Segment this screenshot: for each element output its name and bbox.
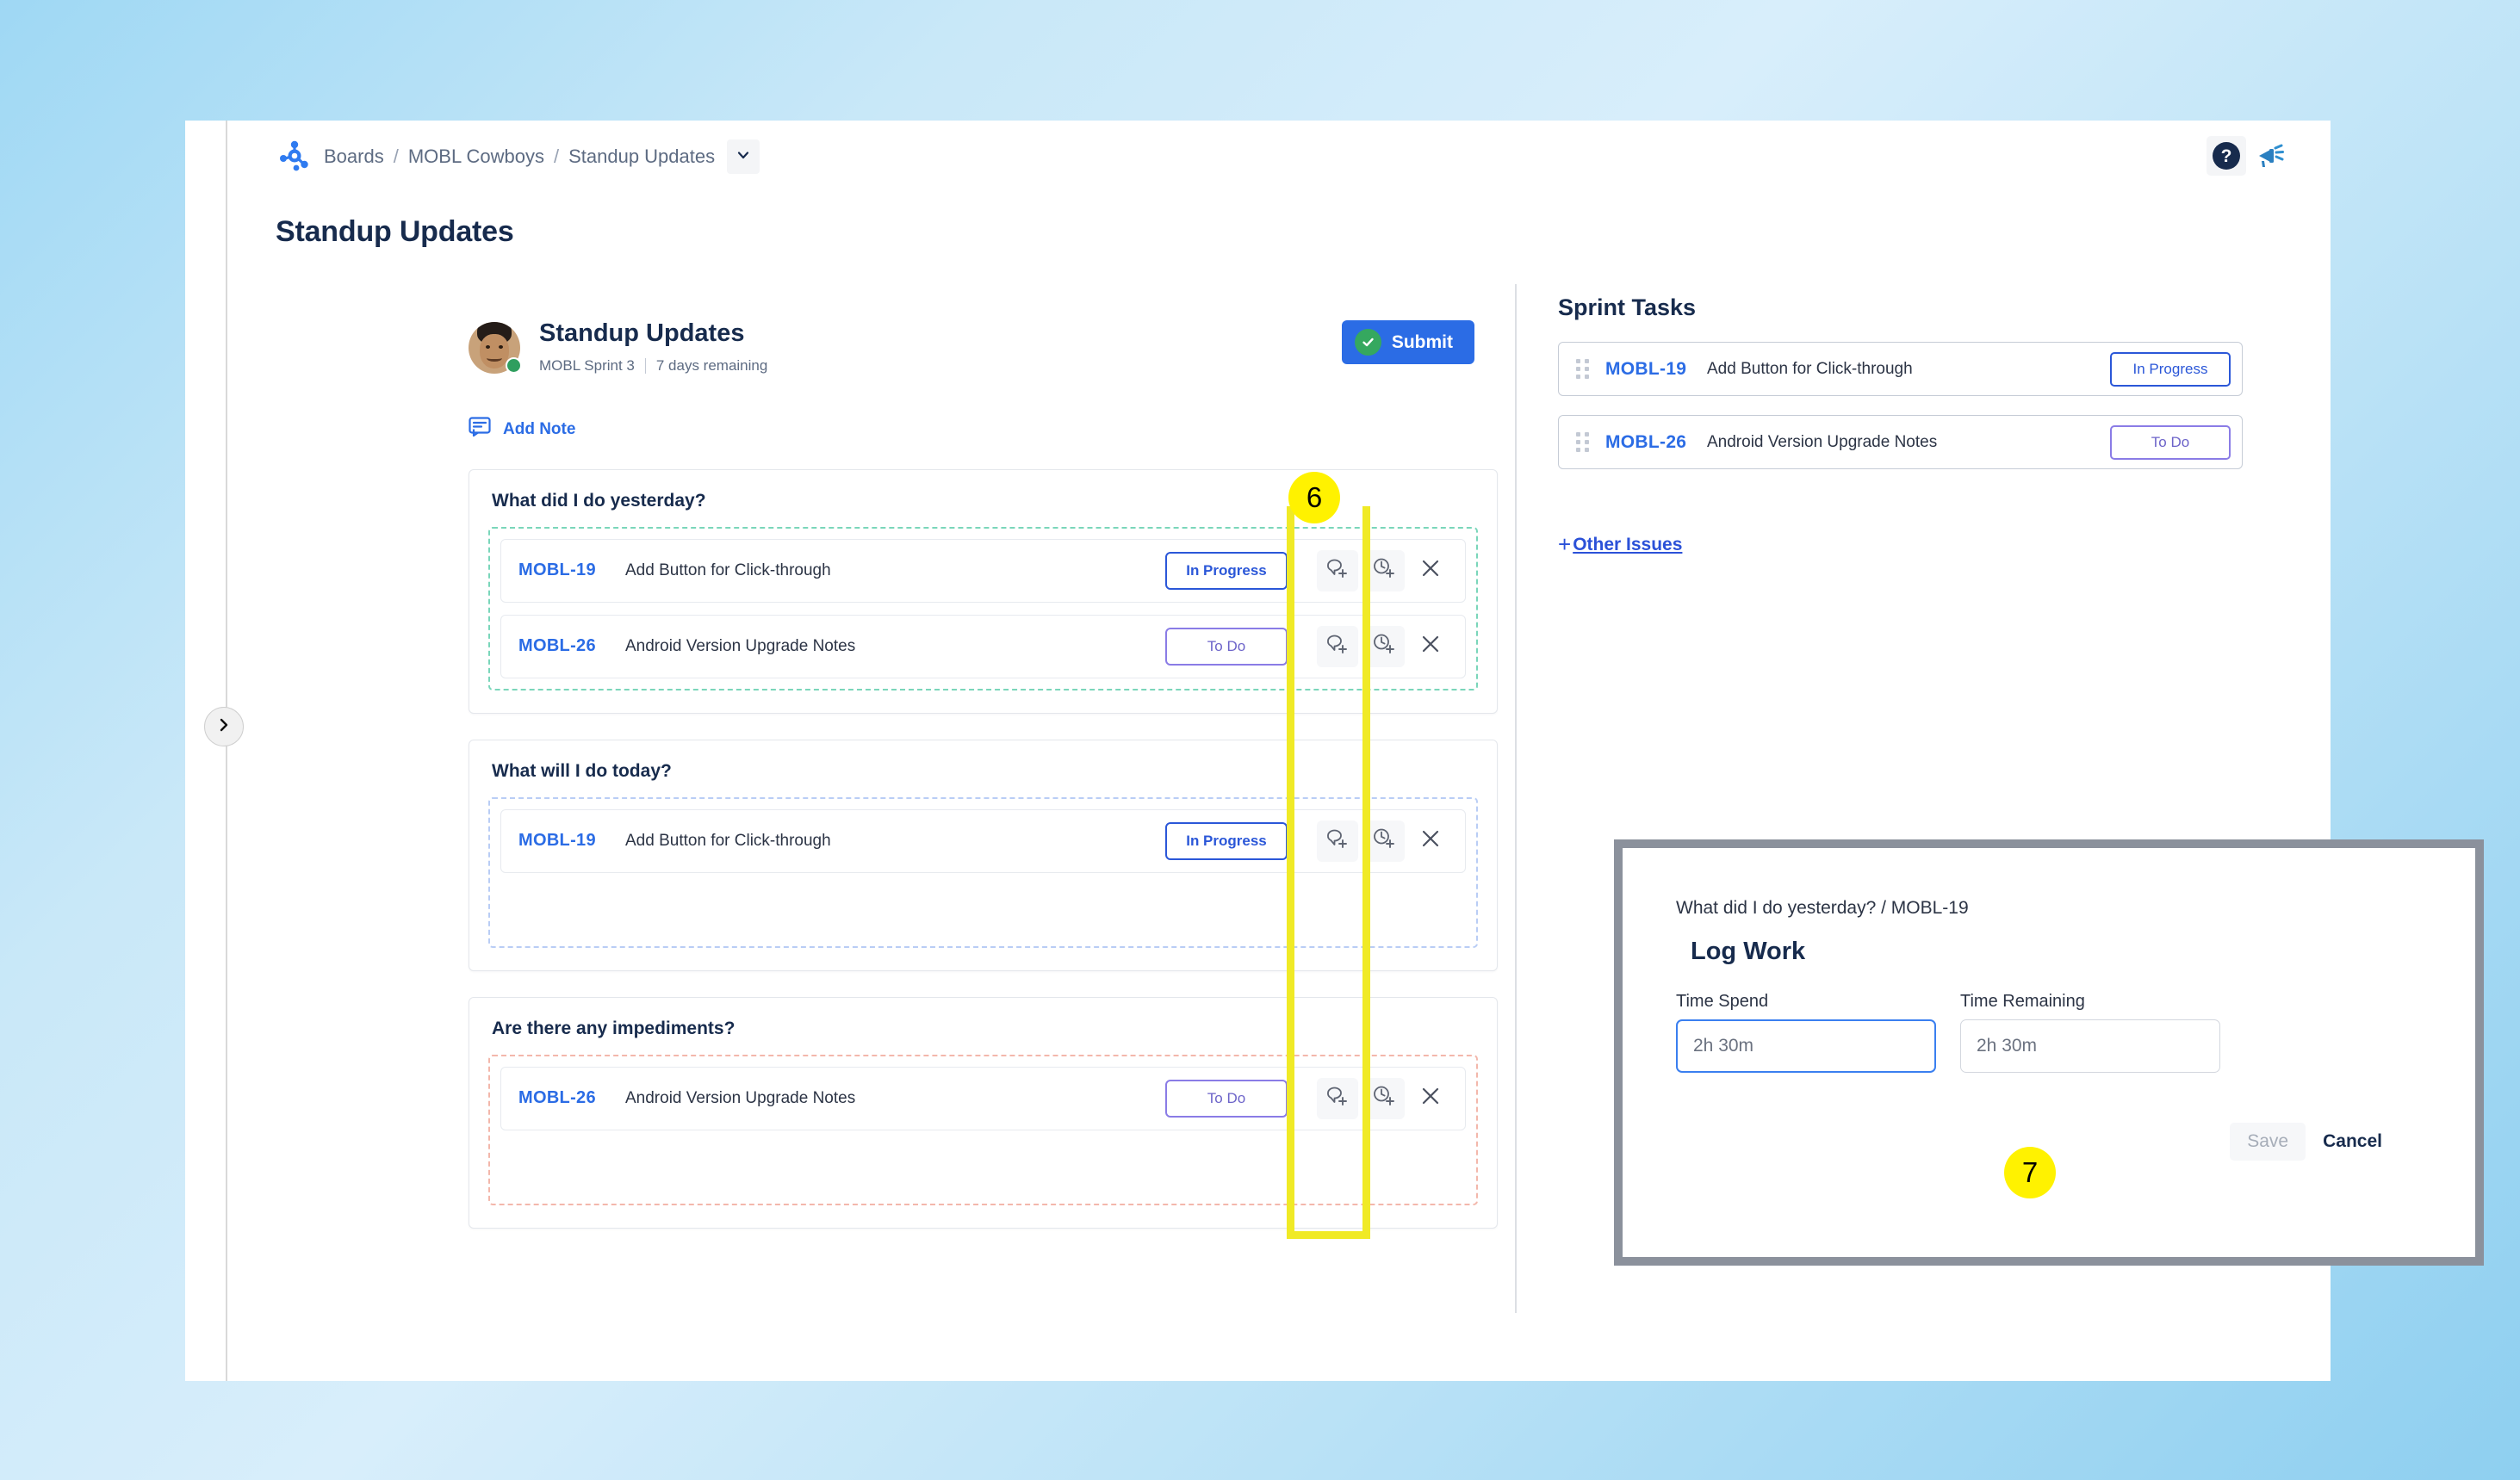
submit-button[interactable]: Submit (1341, 320, 1474, 364)
task-summary: Android Version Upgrade Notes (625, 636, 856, 655)
close-x-icon (1418, 555, 1443, 585)
close-x-icon (1418, 826, 1443, 856)
breadcrumb-separator: / (553, 146, 560, 167)
log-work-dialog: What did I do yesterday? / MOBL-19 Log W… (1614, 839, 2484, 1266)
submit-button-label: Submit (1391, 331, 1453, 352)
standup-header: Standup Updates MOBL Sprint 3 7 days rem… (469, 319, 1474, 375)
breadcrumb-separator: / (393, 146, 399, 167)
breadcrumb-item-boards[interactable]: Boards (324, 146, 384, 168)
sprint-task-key-link[interactable]: MOBL-26 (1605, 432, 1707, 453)
task-status-badge[interactable]: In Progress (1165, 821, 1288, 860)
close-x-icon (1418, 1083, 1443, 1113)
task-summary: Add Button for Click-through (625, 560, 831, 579)
page-title: Standup Updates (276, 215, 514, 248)
note-comment-icon (469, 416, 491, 443)
sprint-task-row[interactable]: MOBL-26 Android Version Upgrade Notes To D… (1558, 415, 2243, 469)
log-work-breadcrumb: What did I do yesterday? / MOBL-19 (1676, 898, 1969, 918)
check-circle-icon (1354, 329, 1381, 356)
time-remaining-label: Time Remaining (1960, 992, 2085, 1011)
chevron-down-icon (736, 148, 750, 166)
time-spend-label: Time Spend (1676, 992, 1769, 1011)
breadcrumb-dropdown-button[interactable] (727, 139, 760, 174)
breadcrumb-item-standup-updates[interactable]: Standup Updates (568, 146, 715, 168)
sprint-task-row[interactable]: MOBL-19 Add Button for Click-through In Pr… (1558, 342, 2243, 396)
task-key-link[interactable]: MOBL-26 (518, 1088, 625, 1108)
sidebar-expand-button[interactable] (204, 707, 244, 746)
breadcrumb-item-mobl-cowboys[interactable]: MOBL Cowboys (408, 146, 544, 168)
standup-header-text: Standup Updates MOBL Sprint 3 7 days rem… (539, 319, 767, 375)
time-spend-input[interactable] (1676, 1019, 1936, 1073)
megaphone-icon[interactable] (2255, 139, 2289, 173)
days-remaining: 7 days remaining (655, 356, 768, 374)
save-button[interactable]: Save (2230, 1123, 2306, 1161)
standup-title: Standup Updates (539, 319, 745, 347)
jira-network-logo-icon (277, 139, 312, 174)
log-work-title: Log Work (1691, 938, 1806, 965)
sprint-tasks-list: MOBL-19 Add Button for Click-through In Pr… (1558, 342, 2331, 469)
sprint-name: MOBL Sprint 3 (539, 356, 635, 374)
meta-divider (644, 357, 646, 374)
task-key-link[interactable]: MOBL-26 (518, 636, 625, 656)
task-status-badge[interactable]: In Progress (1165, 551, 1288, 590)
sprint-tasks-title: Sprint Tasks (1558, 294, 1697, 320)
add-time-log-icon (1371, 826, 1397, 856)
annotation-marker-6: 6 (1288, 472, 1340, 523)
remove-task-button[interactable] (1410, 821, 1451, 862)
task-summary: Android Version Upgrade Notes (625, 1088, 856, 1107)
annotation-highlight-box-6 (1287, 506, 1370, 1239)
help-button[interactable]: ? (2207, 136, 2246, 176)
chevron-right-icon (216, 717, 232, 737)
add-time-log-icon (1371, 1083, 1397, 1113)
close-x-icon (1418, 631, 1443, 661)
log-work-fields: Time Spend Time Remaining (1676, 992, 2475, 1073)
log-work-actions: Save Cancel (2230, 1123, 2389, 1161)
breadcrumb: Boards / MOBL Cowboys / Standup Updates (277, 139, 760, 174)
avatar[interactable] (469, 322, 522, 374)
remove-task-button[interactable] (1410, 1078, 1451, 1119)
task-key-link[interactable]: MOBL-19 (518, 560, 625, 580)
task-summary: Add Button for Click-through (625, 831, 831, 850)
time-spend-field-group: Time Spend (1676, 992, 1936, 1073)
drag-handle-icon[interactable] (1576, 359, 1590, 379)
other-issues-button[interactable]: + Other Issues (1558, 531, 1682, 558)
add-time-log-icon (1371, 555, 1397, 585)
collapsed-sidebar-rail (185, 121, 226, 1381)
task-status-badge[interactable]: To Do (1165, 627, 1288, 666)
sprint-task-key-link[interactable]: MOBL-19 (1605, 359, 1707, 380)
presence-online-indicator (506, 357, 522, 374)
sprint-task-summary: Android Version Upgrade Notes (1707, 432, 1938, 451)
sprint-task-summary: Add Button for Click-through (1707, 359, 1913, 378)
time-remaining-input[interactable] (1960, 1019, 2220, 1073)
add-time-log-icon (1371, 631, 1397, 661)
annotation-marker-7: 7 (2004, 1147, 2056, 1198)
sprint-task-status-badge[interactable]: To Do (2110, 424, 2231, 460)
drag-handle-icon[interactable] (1576, 432, 1590, 452)
task-status-badge[interactable]: To Do (1165, 1079, 1288, 1118)
time-remaining-field-group: Time Remaining (1960, 992, 2220, 1073)
top-right-utility-bar: ? (2207, 136, 2289, 176)
remove-task-button[interactable] (1410, 626, 1451, 667)
remove-task-button[interactable] (1410, 550, 1451, 591)
add-note-label: Add Note (503, 419, 576, 438)
task-key-link[interactable]: MOBL-19 (518, 831, 625, 851)
sprint-task-status-badge[interactable]: In Progress (2110, 351, 2231, 387)
add-note-button[interactable]: Add Note (469, 416, 575, 443)
other-issues-label: Other Issues (1573, 534, 1683, 554)
plus-icon: + (1558, 531, 1572, 557)
help-question-icon: ? (2213, 142, 2240, 170)
log-work-dialog-body: What did I do yesterday? / MOBL-19 Log W… (1623, 848, 2475, 1257)
standup-meta: MOBL Sprint 3 7 days remaining (539, 357, 767, 375)
cancel-button[interactable]: Cancel (2316, 1123, 2389, 1161)
